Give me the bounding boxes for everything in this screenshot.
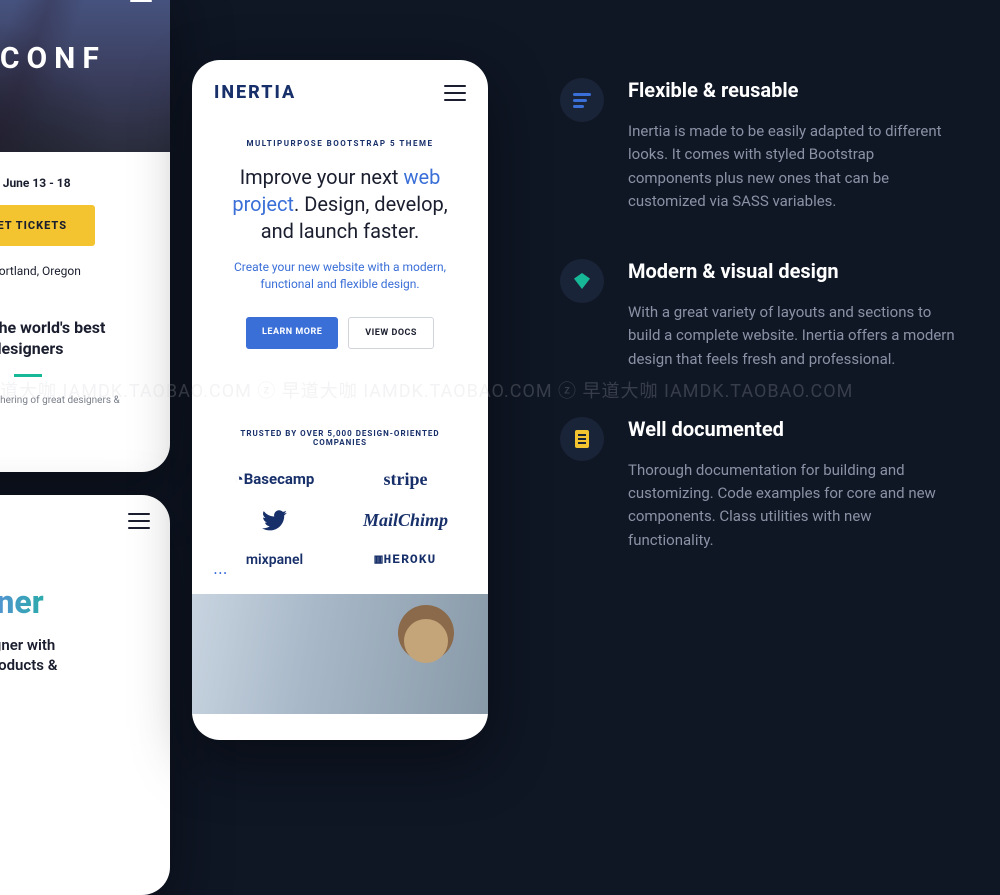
- diamond-icon: [560, 259, 604, 303]
- accent-underline: [14, 374, 42, 377]
- feature-title: Flexible & reusable: [628, 78, 960, 102]
- hamburger-icon[interactable]: [130, 0, 152, 2]
- view-docs-button[interactable]: VIEW DOCS: [348, 317, 434, 349]
- hamburger-icon[interactable]: [128, 513, 150, 529]
- conference-date: ▭ June 13 - 18: [0, 176, 71, 190]
- get-tickets-button[interactable]: GET TICKETS: [0, 205, 95, 246]
- stripe-logo: stripe: [345, 469, 466, 490]
- conference-body: ▭ June 13 - 18 GET TICKETS ✈ Portland, O…: [0, 152, 170, 406]
- learn-more-button[interactable]: LEARN MORE: [246, 317, 338, 349]
- inertia-logo[interactable]: INERTIA: [214, 82, 296, 103]
- mockup-conference: RTIACONF 2020 ▭ June 13 - 18 GET TICKETS…: [0, 0, 170, 472]
- feature-modern: Modern & visual design With a great vari…: [560, 259, 960, 371]
- conference-tagline: ed by the world's best designers: [0, 318, 170, 360]
- feature-flexible: Flexible & reusable Inertia is made to b…: [560, 78, 960, 213]
- document-icon: [560, 417, 604, 461]
- heroku-logo: ▥ HEROKU: [345, 552, 466, 568]
- inertia-hero-image: [192, 594, 488, 714]
- mailchimp-logo: MailChimp: [345, 510, 466, 532]
- conference-title: RTIACONF 2020: [0, 42, 150, 111]
- conference-subline: the largest gathering of great designers…: [0, 395, 170, 406]
- feature-title: Modern & visual design: [628, 259, 960, 283]
- hamburger-icon[interactable]: [444, 85, 466, 101]
- feature-description: Thorough documentation for building and …: [628, 459, 960, 552]
- flexible-icon: [560, 78, 604, 122]
- features-list: Flexible & reusable Inertia is made to b…: [560, 78, 960, 598]
- twitter-logo: [214, 510, 335, 532]
- basecamp-logo: ◔ Basecamp: [214, 469, 335, 490]
- conference-location: ✈ Portland, Oregon: [0, 264, 81, 278]
- warner-name: el Warner: [0, 583, 150, 621]
- warner-description: c-driven designer with ding digital prod…: [0, 635, 150, 696]
- feature-description: With a great variety of layouts and sect…: [628, 301, 960, 371]
- feature-description: Inertia is made to be easily adapted to …: [628, 120, 960, 213]
- feature-documented: Well documented Thorough documentation f…: [560, 417, 960, 552]
- inertia-headline: Improve your next web project. Design, d…: [214, 164, 466, 245]
- feature-title: Well documented: [628, 417, 960, 441]
- mockup-warner: el Warner c-driven designer with ding di…: [0, 495, 170, 895]
- inertia-subheadline: Create your new website with a modern, f…: [214, 259, 466, 293]
- trusted-by-label: TRUSTED BY OVER 5,000 DESIGN-ORIENTED CO…: [214, 429, 466, 447]
- mixpanel-logo: mixpanel: [214, 552, 335, 568]
- mockup-inertia: INERTIA MULTIPURPOSE BOOTSTRAP 5 THEME I…: [192, 60, 488, 740]
- conference-hero: RTIACONF 2020: [0, 0, 170, 152]
- inertia-eyebrow: MULTIPURPOSE BOOTSTRAP 5 THEME: [214, 139, 466, 148]
- company-logos-grid: ◔ Basecamp stripe MailChimp mixpanel ▥ H…: [214, 469, 466, 568]
